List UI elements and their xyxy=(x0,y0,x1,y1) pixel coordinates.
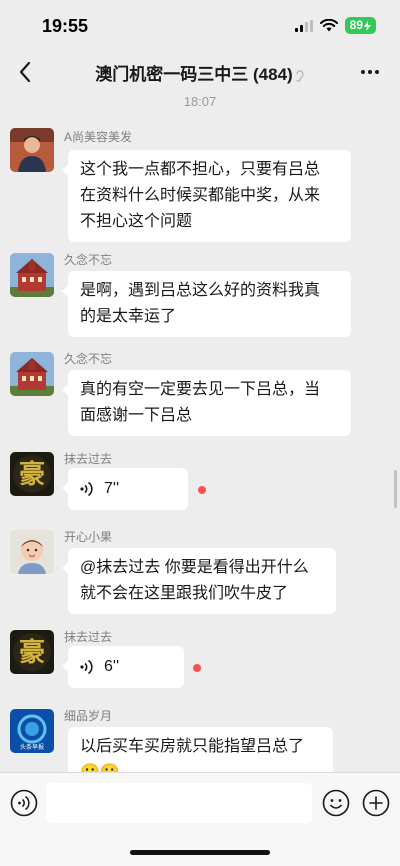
sender-name: 久念不忘 xyxy=(64,253,113,267)
mute-ear-icon xyxy=(296,69,304,82)
voice-message-bubble[interactable]: 7'' xyxy=(62,468,188,510)
sender-name: A尚美容美发 xyxy=(64,130,133,144)
more-options-button[interactable] xyxy=(358,60,382,84)
voice-duration: 7'' xyxy=(104,480,120,497)
avatar-news-logo: 头条早报 xyxy=(10,709,54,753)
avatar-seal-image: 豪 xyxy=(10,630,54,674)
emoji-button[interactable] xyxy=(322,789,350,817)
avatar[interactable]: 豪 xyxy=(10,630,54,674)
sender-name: 开心小果 xyxy=(64,530,113,544)
message-line: 不担心这个问题 xyxy=(80,213,193,230)
avatar-castle-photo xyxy=(10,253,54,297)
message-line: 在资料什么时候买都能中奖，从来 xyxy=(80,187,321,204)
more-functions-button[interactable] xyxy=(362,789,390,817)
message-line: 这个我一点都不担心，只要有吕总 xyxy=(80,161,321,178)
sender-name: 久念不忘 xyxy=(64,352,113,366)
avatar[interactable] xyxy=(10,352,54,396)
unread-dot xyxy=(198,486,206,494)
avatar-person-photo xyxy=(10,128,54,172)
avatar[interactable]: 豪 xyxy=(10,452,54,496)
battery-indicator: 89 xyxy=(344,17,376,34)
avatar-seal-char: 豪 xyxy=(19,459,45,490)
message-bubble[interactable]: 是啊，遇到吕总这么好的资料我真 的是太幸运了 xyxy=(62,271,351,337)
voice-input-button[interactable] xyxy=(10,789,38,817)
message-bubble[interactable]: 真的有空一定要去见一下吕总，当 面感谢一下吕总 xyxy=(62,370,351,436)
message-line: @抹去过去 你要是看得出开什么 xyxy=(80,559,309,576)
avatar-logo-text: 头条早报 xyxy=(20,743,44,751)
nav-bar: 澳门机密一码三中三 (484) xyxy=(0,52,400,92)
sender-name: 抹去过去 xyxy=(64,630,113,644)
avatar[interactable] xyxy=(10,530,54,574)
message-line: 真的有空一定要去见一下吕总，当 xyxy=(80,381,321,398)
status-icons: 89 xyxy=(294,17,376,34)
sender-name: 细品岁月 xyxy=(64,709,113,723)
wifi-icon xyxy=(319,19,338,32)
sender-name: 抹去过去 xyxy=(64,452,113,466)
message-input[interactable] xyxy=(46,783,312,823)
signal-icon xyxy=(294,19,313,32)
unread-dot xyxy=(193,664,201,672)
message-line: 以后买车买房就只能指望吕总了 xyxy=(80,738,305,755)
voice-wave-icon xyxy=(80,659,93,675)
avatar-baby-photo xyxy=(10,530,54,574)
message-timestamp: 18:07 xyxy=(183,94,217,109)
scrollbar[interactable] xyxy=(394,470,397,508)
battery-level: 89 xyxy=(349,18,363,32)
voice-duration: 6'' xyxy=(104,658,120,675)
chat-title[interactable]: 澳门机密一码三中三 (484) xyxy=(0,60,400,85)
message-bubble[interactable]: @抹去过去 你要是看得出开什么 就不会在这里跟我们吹牛皮了 xyxy=(62,548,336,614)
voice-message-bubble[interactable]: 6'' xyxy=(62,646,184,688)
avatar[interactable] xyxy=(10,253,54,297)
avatar-castle-photo xyxy=(10,352,54,396)
status-time: 19:55 xyxy=(42,16,89,36)
avatar-seal-image: 豪 xyxy=(10,452,54,496)
avatar[interactable]: 头条早报 xyxy=(10,709,54,753)
message-bubble[interactable]: 这个我一点都不担心，只要有吕总 在资料什么时候买都能中奖，从来 不担心这个问题 xyxy=(62,150,351,242)
status-bar: 19:55 89 xyxy=(0,0,400,52)
message-line: 是啊，遇到吕总这么好的资料我真 xyxy=(80,282,321,299)
message-line: 就不会在这里跟我们吹牛皮了 xyxy=(80,585,289,602)
charging-bolt-icon xyxy=(364,20,371,31)
message-line: 的是太幸运了 xyxy=(80,308,177,325)
chat-title-text: 澳门机密一码三中三 (484) xyxy=(95,65,293,84)
avatar-seal-char: 豪 xyxy=(19,637,45,668)
home-indicator xyxy=(130,850,270,855)
message-line: 面感谢一下吕总 xyxy=(80,407,193,424)
voice-wave-icon xyxy=(80,481,93,497)
avatar[interactable] xyxy=(10,128,54,172)
